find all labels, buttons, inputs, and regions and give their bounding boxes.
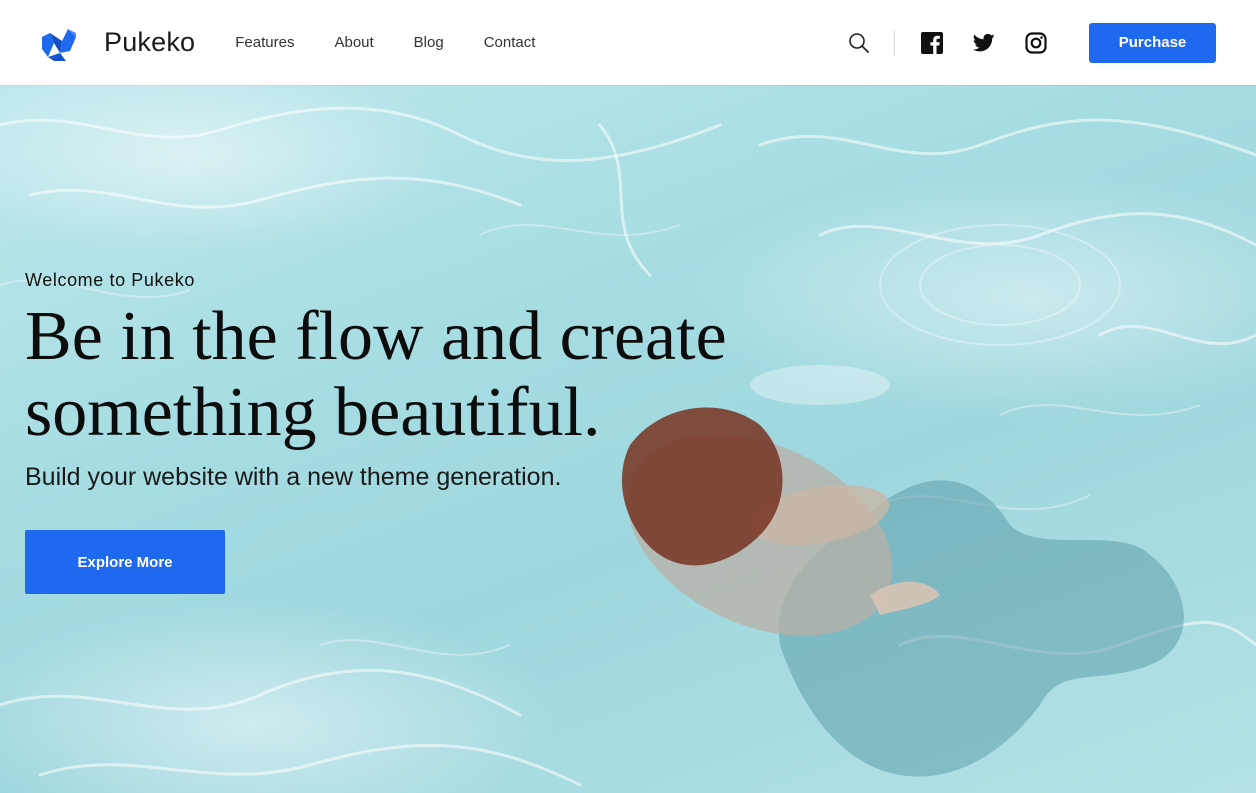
site-header: Pukeko Features About Blog Contact Purch… <box>0 0 1256 85</box>
hero-headline: Be in the flow and create something beau… <box>25 299 785 451</box>
nav-features[interactable]: Features <box>235 34 294 51</box>
hero-headline-line-2: something beautiful. <box>25 374 601 451</box>
header-actions: Purchase <box>846 22 1216 63</box>
pukeko-logo-icon <box>42 28 76 61</box>
nav-blog[interactable]: Blog <box>414 34 444 51</box>
hero-eyebrow: Welcome to Pukeko <box>25 270 195 290</box>
nav-about[interactable]: About <box>334 34 373 51</box>
hero-subheading: Build your website with a new theme gene… <box>25 463 562 491</box>
instagram-icon[interactable] <box>1023 30 1049 56</box>
explore-more-button[interactable]: Explore More <box>25 530 225 594</box>
header-divider <box>894 29 895 56</box>
search-icon[interactable] <box>846 30 872 56</box>
brand-name: Pukeko <box>104 27 196 57</box>
brand-link[interactable]: Pukeko <box>40 23 195 63</box>
twitter-icon[interactable] <box>971 30 997 56</box>
facebook-icon[interactable] <box>919 30 945 56</box>
hero-section: Welcome to Pukeko Be in the flow and cre… <box>0 85 1256 793</box>
nav-contact[interactable]: Contact <box>484 34 536 51</box>
main-nav: Features About Blog Contact <box>235 34 575 51</box>
hero-headline-line-1: Be in the flow and create <box>25 298 727 375</box>
hero-content: Welcome to Pukeko Be in the flow and cre… <box>25 270 785 594</box>
purchase-button[interactable]: Purchase <box>1089 22 1216 63</box>
